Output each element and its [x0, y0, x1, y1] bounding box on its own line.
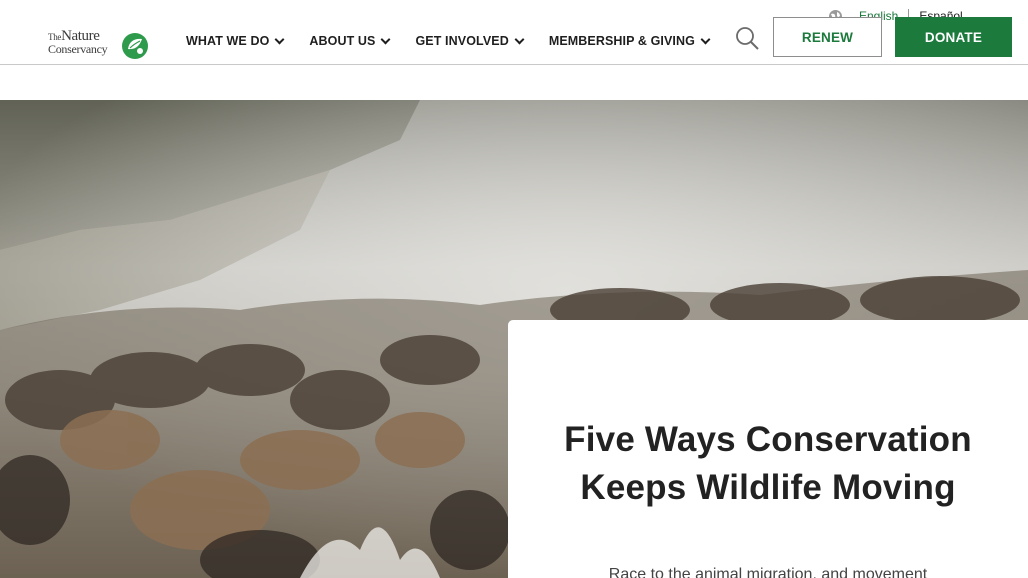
chevron-down-icon	[514, 34, 525, 44]
story-subtitle: Race to the animal migration, and moveme…	[608, 566, 928, 578]
logo-wordmark: TheNature Conservancy	[48, 29, 108, 56]
hero-image: Five Ways Conservation Keeps Wildlife Mo…	[0, 100, 1028, 578]
nav-item-label: MEMBERSHIP & GIVING	[548, 34, 695, 48]
nav-item-about-us[interactable]: ABOUT US	[309, 34, 391, 48]
story-card: Five Ways Conservation Keeps Wildlife Mo…	[508, 320, 1028, 578]
chevron-down-icon	[381, 34, 391, 44]
leaf-globe-icon	[122, 33, 148, 59]
nav-item-label: GET INVOLVED	[415, 34, 509, 48]
logo-word-the: The	[48, 32, 62, 42]
nav-item-what-we-do[interactable]: WHAT WE DO	[186, 34, 285, 48]
story-title: Five Ways Conservation Keeps Wildlife Mo…	[564, 420, 972, 507]
renew-button[interactable]: RENEW	[773, 17, 882, 57]
chevron-down-icon	[700, 34, 711, 44]
nav-item-membership-giving[interactable]: MEMBERSHIP & GIVING	[548, 34, 711, 48]
search-icon[interactable]	[735, 26, 759, 50]
chevron-down-icon	[274, 34, 285, 44]
logo-word-conservancy: Conservancy	[48, 42, 108, 56]
nav-item-label: WHAT WE DO	[186, 34, 270, 48]
site-header: TheNature Conservancy WHAT WE DO ABOUT U…	[0, 0, 1028, 65]
nav-item-label: ABOUT US	[309, 34, 376, 48]
donate-button[interactable]: DONATE	[895, 17, 1012, 57]
tnc-logo[interactable]: TheNature Conservancy	[48, 29, 152, 64]
nav-item-get-involved[interactable]: GET INVOLVED	[415, 34, 525, 48]
main-nav: WHAT WE DO ABOUT US GET INVOLVED MEMBERS…	[186, 32, 735, 50]
